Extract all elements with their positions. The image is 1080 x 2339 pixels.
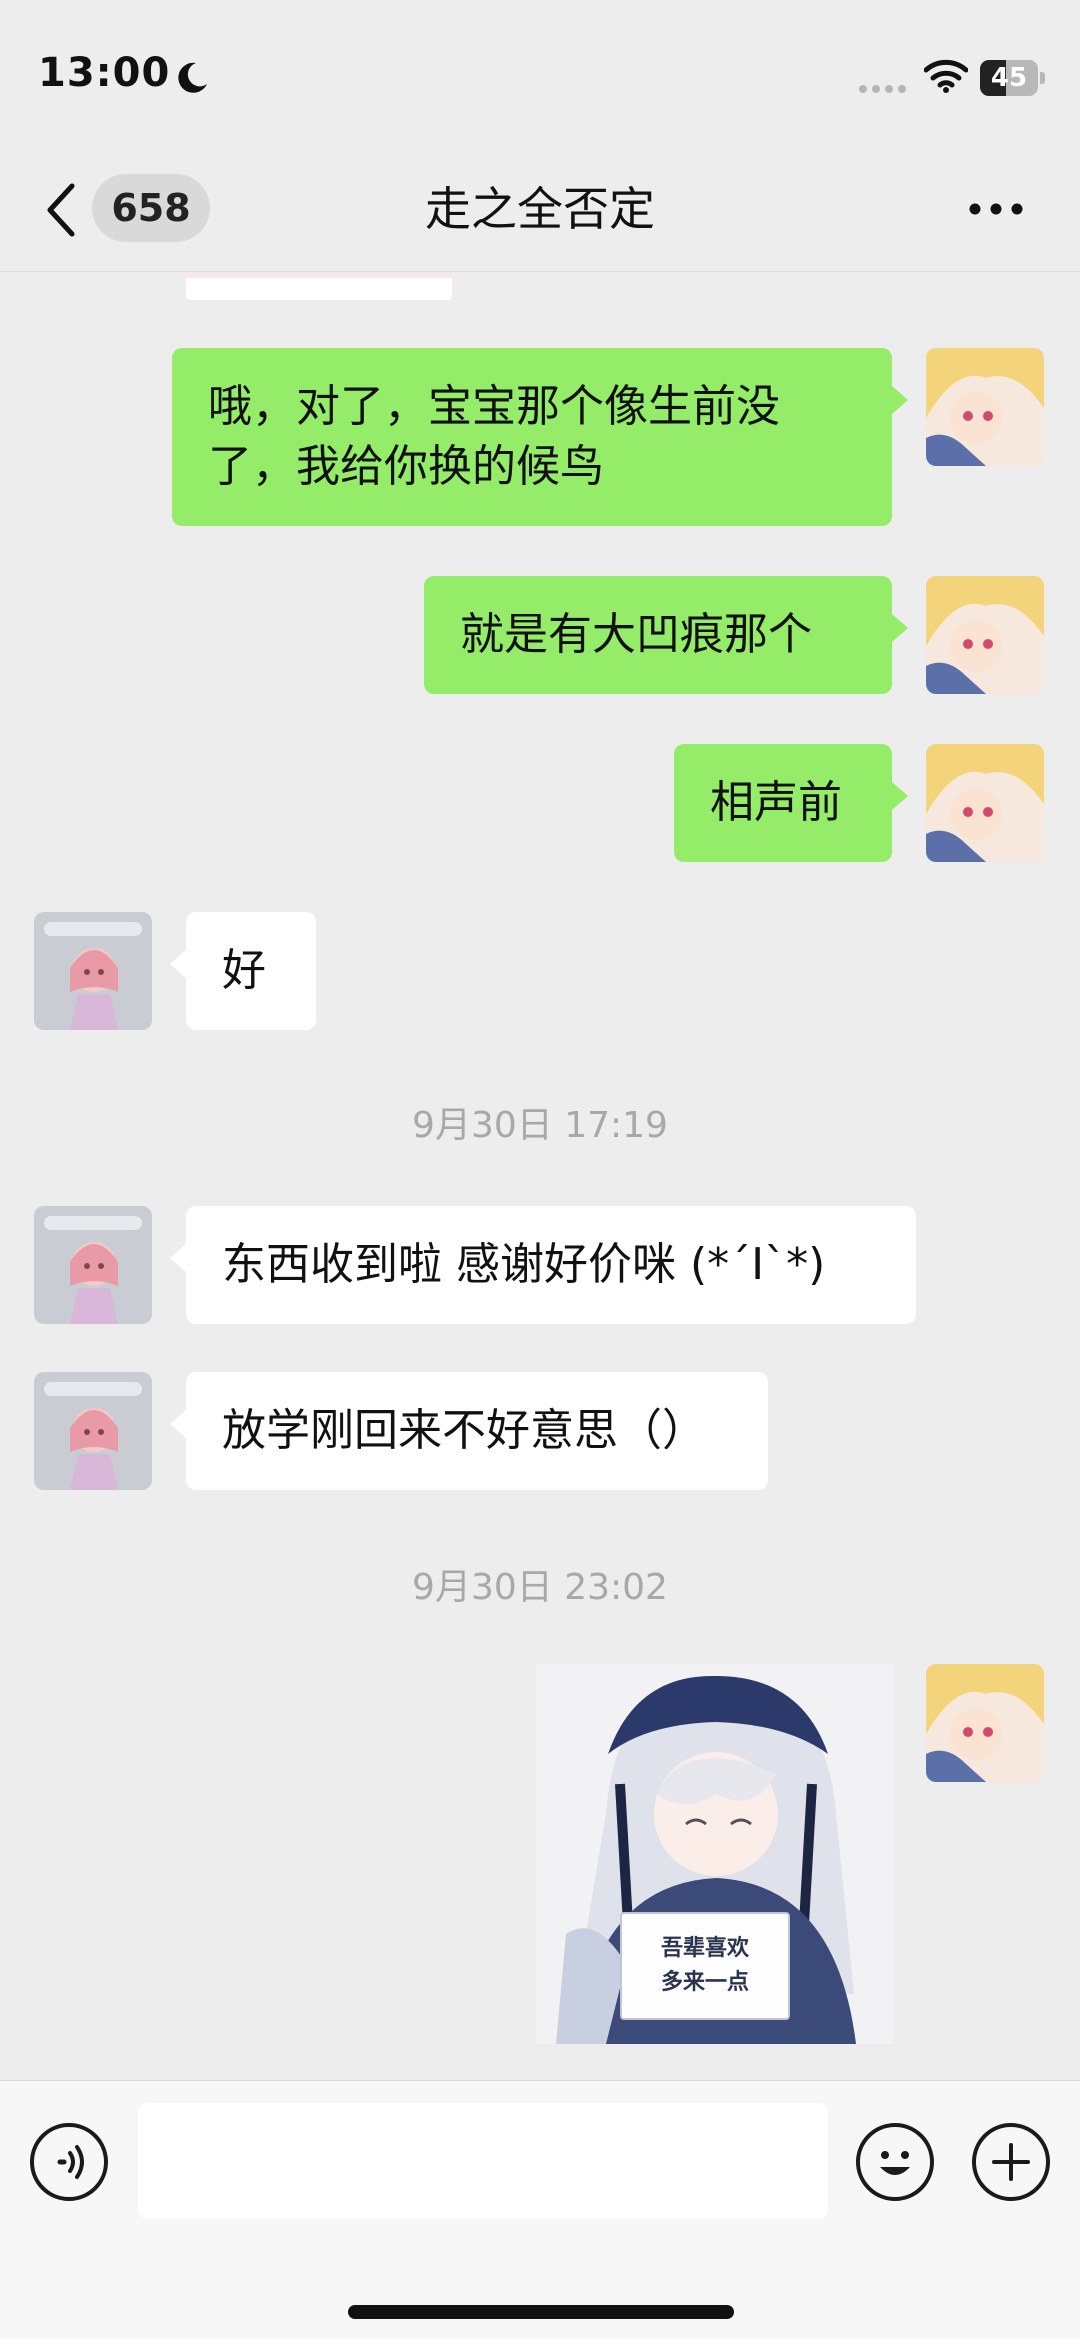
chevron-left-icon[interactable] [42,180,82,240]
sticker-caption: 多来一点 [660,1970,749,1995]
message-text-line: 哦，对了，宝宝那个像生前没 [208,381,780,432]
status-time: 13:00 [38,50,171,96]
message-bubble-received[interactable]: 东西收到啦 感谢好价咪 (*´I`*) [170,1206,916,1324]
message-bubble-sent[interactable]: 哦，对了，宝宝那个像生前没 了，我给你换的候鸟 [172,348,908,526]
moon-icon [178,62,207,93]
status-bar: 13:00 45 [0,0,1080,150]
sticker-message[interactable]: 吾辈喜欢 多来一点 [536,1664,894,2044]
input-bar [0,2080,1080,2339]
message-bubble-sent[interactable]: 相声前 [674,744,908,862]
contact-avatar[interactable] [34,1372,152,1490]
signal-icon [859,85,906,93]
message-bubble-received[interactable]: 好 [170,912,316,1030]
ellipsis-icon[interactable] [968,202,1024,216]
previous-image-message[interactable] [186,272,452,300]
message-text: 就是有大凹痕那个 [460,609,812,660]
emoji-button[interactable] [856,2123,934,2201]
message-bubble-sent[interactable]: 就是有大凹痕那个 [424,576,908,694]
chat-header: 658 走之全否定 [0,150,1080,272]
my-avatar[interactable] [926,348,1044,466]
message-text: 放学刚回来不好意思（） [222,1405,706,1456]
message-input[interactable] [138,2103,828,2219]
battery-indicator: 45 [980,60,1046,96]
plus-button[interactable] [972,2123,1050,2201]
contact-avatar[interactable] [34,912,152,1030]
my-avatar[interactable] [926,1664,1044,1782]
battery-percent: 45 [990,63,1028,93]
sticker-caption: 吾辈喜欢 [660,1936,749,1961]
message-text-line: 了，我给你换的候鸟 [208,441,604,492]
my-avatar[interactable] [926,744,1044,862]
message-text: 好 [222,945,266,996]
plus-icon [992,2143,1030,2181]
chat-title: 走之全否定 [425,182,655,236]
voice-button[interactable] [30,2123,108,2201]
message-text: 相声前 [710,777,842,828]
home-indicator [348,2305,734,2319]
sticker-sign: 吾辈喜欢 多来一点 [620,1912,790,2020]
contact-avatar[interactable] [34,1206,152,1324]
voice-icon [57,2145,84,2179]
message-bubble-received[interactable]: 放学刚回来不好意思（） [170,1372,768,1490]
emoji-icon [880,2151,910,2175]
message-text: 东西收到啦 感谢好价咪 (*´I`*) [222,1239,826,1290]
message-list[interactable]: 哦，对了，宝宝那个像生前没 了，我给你换的候鸟 就是有大凹痕那个 相声前 好 9… [0,272,1080,2080]
wifi-icon [924,59,968,93]
message-timestamp: 9月30日 23:02 [412,1567,668,1608]
message-timestamp: 9月30日 17:19 [412,1105,668,1146]
unread-count-badge[interactable]: 658 [92,174,210,242]
my-avatar[interactable] [926,576,1044,694]
